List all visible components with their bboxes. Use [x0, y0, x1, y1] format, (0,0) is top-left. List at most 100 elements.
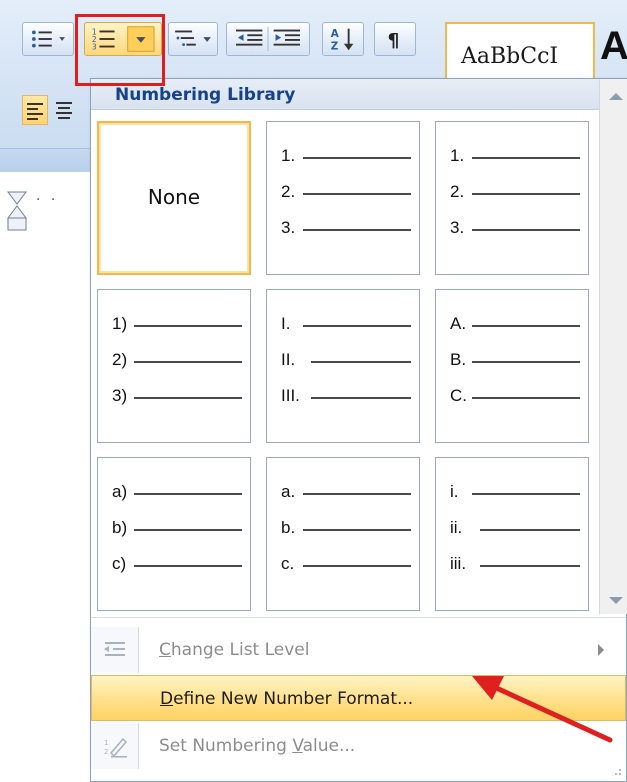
tile-list-line: A. [450, 314, 580, 338]
change-list-level-label: Change List Level [159, 640, 310, 660]
tile-marker: a. [281, 482, 296, 501]
tile-line-bar [134, 361, 242, 363]
tile-marker: I. [281, 314, 291, 333]
quick-style-preview[interactable]: AaBbCcI [445, 22, 595, 82]
document-area [0, 172, 95, 782]
tile-marker: c) [112, 554, 127, 573]
tile-marker: III. [281, 386, 300, 405]
annotation-highlight-box [75, 14, 165, 86]
svg-text:Z: Z [331, 40, 339, 52]
multilevel-list-button[interactable] [168, 22, 218, 56]
tile-list-line: 3) [112, 386, 242, 410]
numbering-format-tile[interactable]: None [97, 121, 251, 275]
tile-line-bar [303, 325, 411, 327]
svg-text:A: A [331, 28, 339, 40]
change-list-level-label-rest: hange List Level [170, 640, 310, 660]
tile-line-bar [472, 157, 580, 159]
tile-list-line: 3. [281, 218, 411, 242]
set-value-label-part: Set Numbering [159, 736, 293, 756]
tile-list-line: c. [281, 554, 411, 578]
tile-line-bar [134, 565, 242, 567]
tile-line-bar [303, 193, 411, 195]
align-left-icon [27, 103, 43, 120]
tile-line-bar [134, 325, 242, 327]
tile-list-line: 3. [450, 218, 580, 242]
sort-button[interactable]: A Z [322, 22, 364, 56]
numbering-format-tile[interactable]: 1. 2. 3. [266, 121, 420, 275]
numbering-library-title: Numbering Library [115, 85, 296, 105]
scroll-up-icon[interactable] [609, 93, 623, 100]
scroll-down-icon[interactable] [609, 597, 623, 604]
tile-marker: B. [450, 350, 467, 369]
set-value-accesskey: V [292, 736, 303, 756]
numbering-format-tile[interactable]: A. B. C. [435, 289, 589, 443]
set-numbering-value-label: Set Numbering Value... [159, 736, 355, 756]
tile-marker: II. [281, 350, 296, 369]
tile-marker: a) [112, 482, 128, 501]
tile-marker: 1) [112, 314, 128, 333]
sort-icon: A Z [331, 28, 354, 52]
gallery-scrollbar[interactable] [599, 79, 627, 614]
numbering-format-tile[interactable]: I. II. III. [266, 289, 420, 443]
multilevel-list-icon [175, 30, 211, 47]
align-center-button[interactable] [52, 95, 76, 125]
set-value-label-rest: alue... [302, 736, 356, 756]
increase-indent-icon[interactable] [273, 29, 300, 46]
tile-list-line: 1. [281, 146, 411, 170]
tile-marker: b. [281, 518, 296, 537]
tile-list-line: c) [112, 554, 242, 578]
change-list-level-icon [104, 642, 125, 656]
numbering-format-tile[interactable]: a. b. c. [266, 457, 420, 611]
tile-marker: 2. [450, 182, 465, 201]
tile-list-line: 2) [112, 350, 242, 374]
tile-line-bar [303, 157, 411, 159]
numbering-format-tile[interactable]: a) b) c) [97, 457, 251, 611]
quick-style-preview-text: AaBbCcI [461, 44, 559, 69]
tile-line-bar [303, 565, 411, 567]
tile-list-line: a. [281, 482, 411, 506]
tile-line-bar [303, 529, 411, 531]
tile-line-bar [311, 397, 411, 399]
indent-marker-icon[interactable] [4, 190, 34, 234]
numbering-library-header: Numbering Library [91, 79, 599, 110]
tile-marker: 1. [281, 146, 296, 165]
menu-separator [91, 617, 626, 618]
quick-style-next-preview[interactable]: A [600, 24, 627, 69]
tile-marker: iii. [450, 554, 467, 573]
tile-list-line: 2. [281, 182, 411, 206]
ribbon-group-footer [0, 148, 95, 173]
align-center-icon [56, 102, 72, 119]
bullets-button[interactable] [22, 22, 74, 56]
numbering-format-tile[interactable]: 1) 2) 3) [97, 289, 251, 443]
tile-line-bar [472, 361, 580, 363]
tile-list-line: II. [281, 350, 411, 374]
tile-none-label: None [147, 185, 201, 209]
decrease-indent-icon[interactable] [236, 29, 263, 46]
show-formatting-marks-button[interactable]: ¶ [374, 22, 416, 56]
tile-marker: C. [450, 386, 467, 405]
tile-list-line: III. [281, 386, 411, 410]
tile-line-bar [472, 397, 580, 399]
tile-line-bar [134, 529, 242, 531]
numbering-format-tile[interactable]: i. ii. iii. [435, 457, 589, 611]
tile-line-bar [134, 397, 242, 399]
tile-marker: 3. [450, 218, 465, 237]
tile-list-line: iii. [450, 554, 580, 578]
show-formatting-marks-icon: ¶ [387, 31, 399, 52]
tile-marker: ii. [450, 518, 463, 537]
tile-marker: 1. [450, 146, 465, 165]
tile-list-line: 1) [112, 314, 242, 338]
define-format-label-rest: efine New Number Format... [173, 689, 414, 709]
align-left-button[interactable] [22, 95, 48, 125]
change-list-level-accesskey: C [159, 640, 171, 660]
numbering-format-tile[interactable]: 1. 2. 3. [435, 121, 589, 275]
tile-list-line: b. [281, 518, 411, 542]
define-format-accesskey: D [160, 689, 174, 709]
tile-marker: A. [450, 314, 467, 333]
tile-marker: c. [281, 554, 295, 573]
svg-text:1: 1 [104, 739, 108, 747]
resize-grip-icon[interactable] [612, 767, 622, 777]
tile-line-bar [480, 565, 580, 567]
tile-line-bar [472, 493, 580, 495]
tile-line-bar [480, 529, 580, 531]
